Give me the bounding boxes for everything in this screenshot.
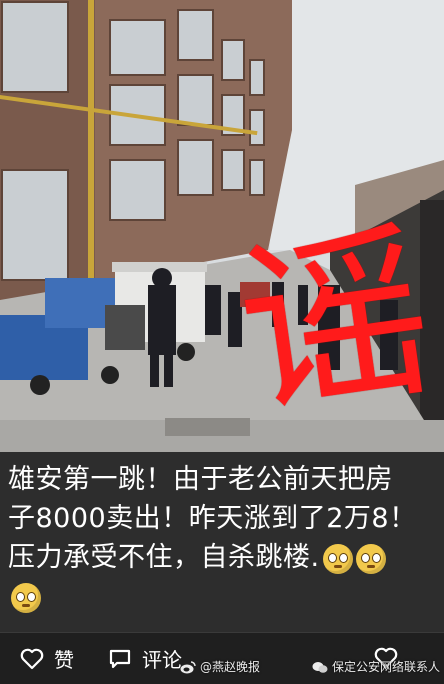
pleading-face-icon (11, 582, 41, 613)
like-button[interactable]: 赞 (20, 644, 74, 673)
caption-text: 雄安第一跳！由于老公前天把房 子8000卖出！昨天涨到了2万8！ 压力承受不住，… (8, 460, 436, 616)
wechat-watermark: 保定公安网络联系人 (312, 658, 440, 675)
comment-button[interactable]: 评论 (108, 644, 182, 673)
wechat-icon (312, 662, 328, 673)
weibo-watermark: @燕赵晚报 (180, 658, 260, 675)
pleading-face-icon (322, 543, 353, 574)
rumor-stamp: 谣 (225, 199, 444, 446)
post-photo[interactable]: 谣 (0, 0, 444, 452)
heart-icon (20, 648, 44, 669)
caption-line-3: 压力承受不住，自杀跳楼. (8, 542, 320, 573)
caption-line-2: 子8000卖出！昨天涨到了2万8！ (8, 503, 417, 534)
comment-label: 评论 (142, 648, 182, 672)
wechat-account: 保定公安网络联系人 (332, 660, 441, 674)
caption-line-1: 雄安第一跳！由于老公前天把房 (8, 464, 393, 495)
pleading-face-icon (355, 543, 386, 574)
like-label: 赞 (54, 648, 74, 672)
weibo-handle: @燕赵晚报 (200, 660, 261, 674)
weibo-icon (180, 661, 196, 674)
post-caption: 雄安第一跳！由于老公前天把房 子8000卖出！昨天涨到了2万8！ 压力承受不住，… (0, 452, 444, 632)
post-screen: 谣 雄安第一跳！由于老公前天把房 子8000卖出！昨天涨到了2万8！ 压力承受不… (0, 0, 444, 684)
comment-icon (109, 649, 131, 668)
